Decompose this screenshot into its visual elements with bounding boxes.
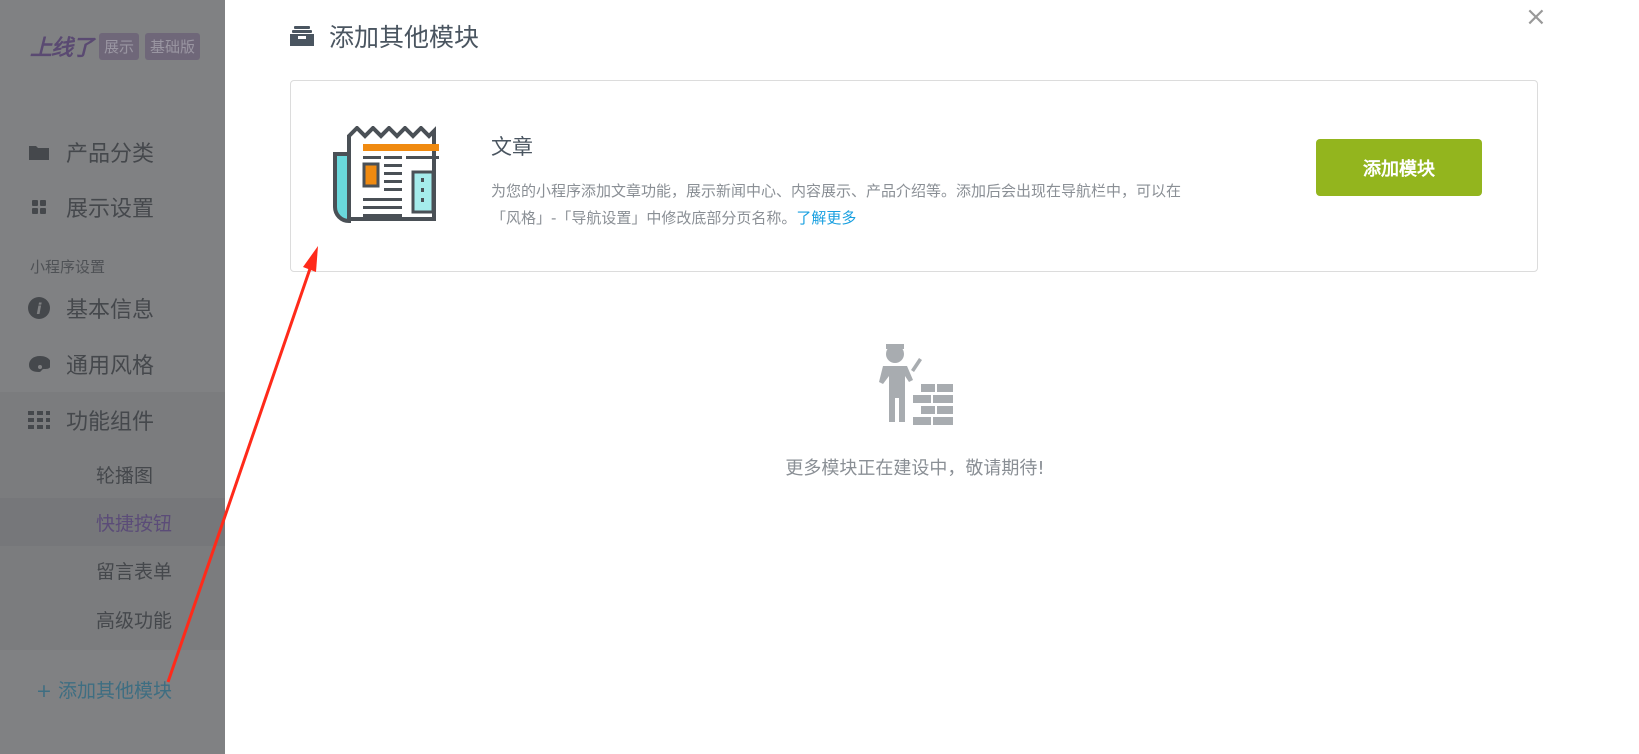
learn-more-link[interactable]: 了解更多: [796, 209, 856, 227]
brand-name: 上线了: [30, 36, 94, 61]
add-module-dialog: 添加其他模块 × 文章 为您的小程序添加文章功能，展示新闻中心、内容展示、产品介…: [225, 0, 1639, 754]
newspaper-icon: [331, 125, 449, 228]
info-icon: i: [28, 297, 50, 319]
sidebar-item-label: 功能组件: [66, 410, 155, 435]
sidebar-sub-message-form[interactable]: 留言表单: [0, 546, 225, 594]
under-construction-icon: [225, 340, 1605, 430]
tag-edition: 基础版: [145, 32, 201, 60]
archive-icon: [289, 25, 315, 47]
sidebar-item-basic-info[interactable]: i 基本信息: [0, 280, 225, 336]
sidebar-item-style[interactable]: 通用风格: [0, 336, 225, 392]
sidebar-item-components[interactable]: 功能组件: [0, 392, 225, 448]
sidebar-item-display-settings[interactable]: 展示设置: [0, 179, 225, 235]
add-module-button[interactable]: 添加模块: [1316, 139, 1482, 196]
palette-icon: [28, 355, 50, 373]
sidebar-item-label: 基本信息: [66, 298, 155, 323]
svg-text:i: i: [36, 300, 42, 318]
module-title: 文章: [491, 135, 533, 159]
close-icon[interactable]: ×: [1525, 2, 1547, 32]
module-card-article: 文章 为您的小程序添加文章功能，展示新闻中心、内容展示、产品介绍等。添加后会出现…: [290, 80, 1538, 272]
section-label: 小程序设置: [30, 258, 106, 276]
empty-state-text: 更多模块正在建设中，敬请期待!: [785, 458, 1045, 479]
folder-icon: [28, 143, 50, 161]
empty-state: 更多模块正在建设中，敬请期待!: [225, 454, 1605, 480]
apps-icon: [28, 411, 50, 429]
sidebar-sub-advanced[interactable]: 高级功能: [0, 595, 225, 643]
sidebar-item-label: 展示设置: [66, 197, 155, 222]
logo: 上线了 展示 基础版: [30, 30, 201, 62]
sidebar-item-label: 通用风格: [66, 354, 155, 379]
sidebar-sub-carousel[interactable]: 轮播图: [0, 450, 225, 498]
sidebar: 上线了 展示 基础版 产品分类 展示设置 小程序设置 i 基本信息 通用风格 功…: [0, 0, 225, 754]
sidebar-sub-quick-buttons[interactable]: 快捷按钮: [0, 498, 225, 546]
add-other-module-link[interactable]: + 添加其他模块: [36, 676, 172, 703]
dialog-title-text: 添加其他模块: [329, 23, 480, 52]
tag-display: 展示: [99, 32, 140, 60]
sidebar-item-product-category[interactable]: 产品分类: [0, 124, 225, 180]
grid-small-icon: [28, 200, 50, 214]
sidebar-item-label: 产品分类: [66, 142, 155, 167]
module-description: 为您的小程序添加文章功能，展示新闻中心、内容展示、产品介绍等。添加后会出现在导航…: [491, 178, 1211, 232]
dialog-title: 添加其他模块: [289, 18, 479, 54]
